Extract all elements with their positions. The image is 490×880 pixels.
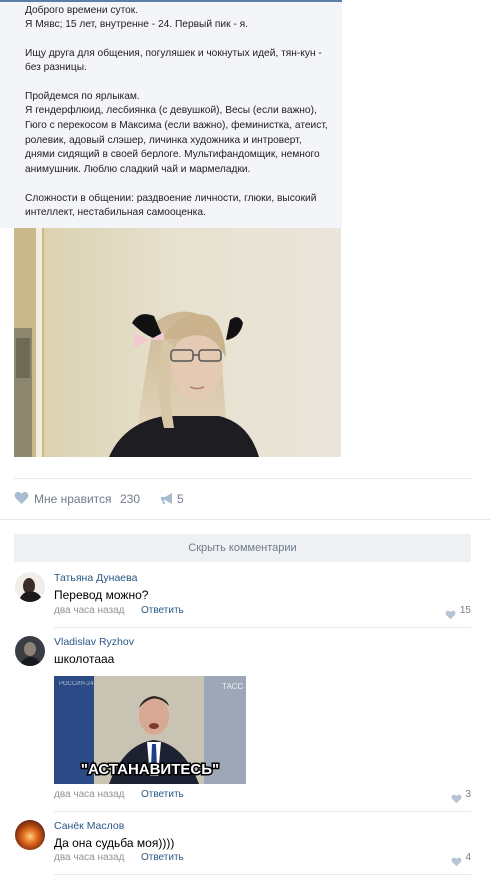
comment-author[interactable]: Vladislav Ryzhov bbox=[54, 636, 134, 648]
divider bbox=[54, 811, 471, 812]
hide-comments-button[interactable]: Скрыть комментарии bbox=[14, 534, 471, 562]
post-line: Я гендерфлюид, лесбиянка (с девушкой), В… bbox=[25, 105, 317, 116]
comment-time[interactable]: два часа назад bbox=[54, 852, 124, 863]
heart-icon[interactable] bbox=[445, 607, 456, 620]
comment-text: школотааа bbox=[54, 652, 115, 666]
post-line: днями сидящий в своей берлоге. Мультифан… bbox=[25, 149, 320, 160]
avatar[interactable] bbox=[15, 572, 45, 602]
comment-time[interactable]: два часа назад bbox=[54, 605, 124, 616]
post-line: без разницы. bbox=[25, 62, 87, 73]
like-button-label[interactable]: Мне нравится bbox=[34, 492, 112, 506]
heart-icon[interactable] bbox=[451, 854, 462, 867]
reply-link[interactable]: Ответить bbox=[141, 852, 184, 863]
meme-caption: "АСТАНАВИТЕСЬ" bbox=[81, 761, 219, 778]
comment-time[interactable]: два часа назад bbox=[54, 789, 124, 800]
girl-with-cat-ears-photo bbox=[14, 228, 341, 457]
reply-link[interactable]: Ответить bbox=[141, 789, 184, 800]
post-line: ролевик, адовый слэшер, личинка художник… bbox=[25, 135, 302, 146]
like-count[interactable]: 230 bbox=[120, 492, 140, 506]
meme-source-text: РОССИЯ-24 bbox=[59, 681, 94, 687]
post-line: Пройдемся по ярлыкам. bbox=[25, 91, 140, 102]
share-count[interactable]: 5 bbox=[177, 492, 184, 506]
avatar[interactable] bbox=[15, 636, 45, 666]
post-line: Я Мявс; 15 лет, внутренне - 24. Первый п… bbox=[25, 19, 248, 30]
reply-link[interactable]: Ответить bbox=[141, 605, 184, 616]
comment-like-count[interactable]: 4 bbox=[465, 852, 471, 863]
post-line: Ищу друга для общения, погуляшек и чокну… bbox=[25, 48, 322, 59]
heart-icon[interactable] bbox=[14, 491, 29, 505]
comment-like-count[interactable]: 3 bbox=[465, 789, 471, 800]
divider bbox=[14, 478, 471, 479]
comment-author[interactable]: Татьяна Дунаева bbox=[54, 572, 137, 584]
meme-logo: ТАСС bbox=[222, 682, 244, 691]
comment-like-count[interactable]: 15 bbox=[460, 605, 471, 616]
post-text-image: Доброго времени суток. Я Мявс; 15 лет, в… bbox=[0, 0, 342, 228]
post-line: Сложности в общении: раздвоение личности… bbox=[25, 193, 317, 204]
divider bbox=[0, 519, 490, 520]
heart-icon[interactable] bbox=[451, 791, 462, 804]
post-photo[interactable] bbox=[14, 228, 341, 457]
post-line: Гюго с перекосом в Максима (если важно),… bbox=[25, 120, 328, 131]
divider bbox=[54, 874, 471, 875]
meme-image[interactable]: РОССИЯ-24 ТАСС "АСТАНАВИТЕСЬ" bbox=[54, 676, 246, 784]
divider bbox=[54, 627, 471, 628]
post-text-topbar bbox=[0, 0, 342, 2]
post-line: анимушник. Люблю сладкий чай и мармеладк… bbox=[25, 164, 251, 175]
post-line: интеллект, нестабильная самооценка. bbox=[25, 207, 206, 218]
comment-text: Перевод можно? bbox=[54, 588, 149, 602]
megaphone-icon[interactable] bbox=[160, 492, 174, 504]
comment-text: Да она судьба моя)))) bbox=[54, 836, 175, 850]
post-line: Доброго времени суток. bbox=[25, 5, 139, 16]
comment-author[interactable]: Санёк Маслов bbox=[54, 820, 124, 832]
avatar[interactable] bbox=[15, 820, 45, 850]
